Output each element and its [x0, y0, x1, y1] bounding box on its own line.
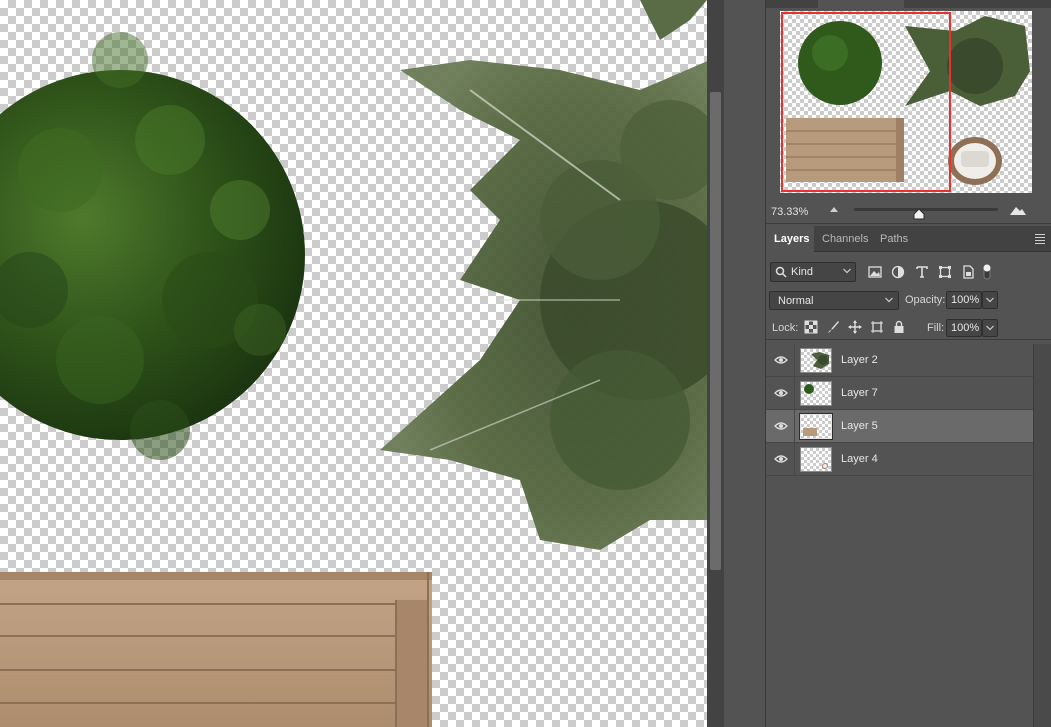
filter-adjustment-icon[interactable] — [890, 264, 906, 280]
blend-row: Normal Opacity: 100% — [766, 289, 1051, 313]
layer-thumbnail — [799, 413, 833, 440]
navigator-tab-strip — [766, 0, 1051, 8]
filter-type-icon[interactable] — [914, 264, 930, 280]
layer-name[interactable]: Layer 4 — [841, 453, 878, 465]
chevron-down-icon — [986, 297, 994, 303]
fill-label: Fill: — [927, 322, 945, 334]
zoom-value-field[interactable]: 73.33% — [769, 203, 817, 221]
zoom-out-icon[interactable] — [829, 205, 839, 213]
navigator-view-box[interactable] — [781, 12, 951, 192]
navigator-zoom-row: 73.33% — [766, 200, 1051, 224]
filter-toggle-icon[interactable] — [982, 264, 992, 280]
document-canvas[interactable] — [0, 0, 707, 727]
opacity-dropdown[interactable] — [982, 291, 998, 309]
bench-thumbnail-icon — [803, 428, 817, 436]
fill-dropdown[interactable] — [982, 319, 998, 337]
layers-scrollbar[interactable] — [1033, 344, 1051, 727]
opacity-value: 100% — [951, 294, 980, 306]
layer-row-selected[interactable]: Layer 5 — [766, 410, 1033, 443]
filter-smart-object-icon[interactable] — [960, 264, 976, 280]
chevron-down-icon — [986, 325, 994, 331]
fill-field[interactable]: 100% — [946, 319, 982, 337]
chevron-down-icon — [885, 297, 893, 303]
layer-name[interactable]: Layer 2 — [841, 354, 878, 366]
chevron-down-icon — [843, 268, 851, 274]
filter-pixel-icon[interactable] — [867, 264, 883, 280]
blend-mode-select[interactable]: Normal — [769, 291, 899, 310]
layers-list: Layer 2 Layer 7 Layer 5 Layer 4 — [766, 344, 1033, 727]
filter-kind-label: Kind — [791, 266, 814, 278]
zoom-in-icon[interactable] — [1009, 204, 1027, 216]
layer-thumbnail — [800, 381, 832, 406]
lock-all-icon[interactable] — [892, 320, 906, 334]
lock-label: Lock: — [772, 322, 799, 334]
panel-menu-icon[interactable] — [1035, 234, 1045, 246]
tree-thumbnail-icon — [811, 352, 829, 369]
canvas-vertical-scrollbar[interactable] — [707, 0, 724, 727]
eye-icon[interactable] — [774, 421, 788, 431]
lock-position-icon[interactable] — [848, 320, 862, 334]
layer-thumbnail — [800, 447, 832, 472]
layer-row[interactable]: Layer 7 — [766, 377, 1033, 410]
blend-mode-value: Normal — [778, 295, 814, 307]
panel-dock-gutter — [724, 0, 766, 727]
zoom-slider-thumb[interactable] — [913, 208, 925, 220]
filter-kind-select[interactable]: Kind — [770, 262, 856, 282]
filter-shape-icon[interactable] — [937, 264, 953, 280]
canvas-artwork — [0, 0, 707, 727]
tree-artwork — [380, 0, 707, 550]
tab-layers[interactable]: Layers — [766, 226, 814, 252]
tab-paths[interactable]: Paths — [872, 226, 918, 252]
search-icon — [775, 266, 787, 278]
eye-icon[interactable] — [774, 454, 788, 464]
shrub-artwork — [0, 32, 305, 460]
right-panel: 73.33% Layers Channels Paths Kind Normal… — [766, 0, 1051, 727]
lock-image-pixels-icon[interactable] — [826, 320, 840, 334]
layer-row[interactable]: Layer 4 — [766, 443, 1033, 476]
bench-artwork — [0, 572, 432, 727]
lock-row: Lock: Fill: 100% — [766, 316, 1051, 340]
layer-filter-row: Kind — [766, 258, 1051, 286]
navigator-tab[interactable] — [818, 0, 904, 8]
opacity-field[interactable]: 100% — [946, 291, 982, 309]
navigator-preview[interactable] — [780, 11, 1032, 193]
layer-thumbnail — [800, 348, 832, 373]
eye-icon[interactable] — [774, 355, 788, 365]
lock-transparent-pixels-icon[interactable] — [804, 320, 818, 334]
eye-icon[interactable] — [774, 388, 788, 398]
fill-value: 100% — [951, 322, 980, 334]
chair-thumbnail-icon — [822, 463, 828, 469]
canvas-scroll-thumb[interactable] — [710, 92, 721, 570]
layer-name[interactable]: Layer 7 — [841, 387, 878, 399]
zoom-slider-track[interactable] — [854, 208, 998, 211]
opacity-label: Opacity: — [905, 294, 946, 306]
shrub-thumbnail-icon — [804, 384, 814, 394]
layers-panel-tabs: Layers Channels Paths — [766, 226, 1051, 252]
lock-artboard-icon[interactable] — [870, 320, 884, 334]
layer-name[interactable]: Layer 5 — [841, 420, 878, 432]
tab-channels[interactable]: Channels — [814, 226, 872, 252]
layer-row[interactable]: Layer 2 — [766, 344, 1033, 377]
